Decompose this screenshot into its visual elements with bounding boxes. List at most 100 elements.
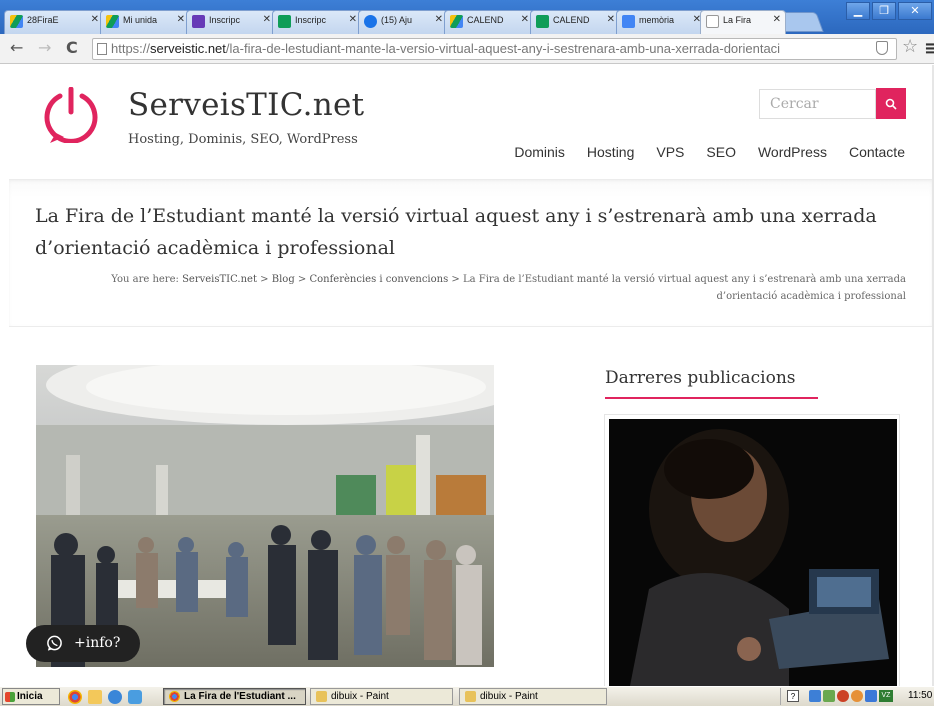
forward-arrow-icon[interactable]: → — [38, 39, 51, 57]
latest-post-thumbnail[interactable] — [609, 419, 897, 686]
close-icon[interactable]: ✕ — [91, 14, 99, 25]
nav-item-hosting[interactable]: Hosting — [587, 144, 634, 160]
forms-icon — [192, 15, 205, 28]
bookmark-star-icon[interactable]: ☆ — [902, 36, 918, 57]
site-tagline: Hosting, Dominis, SEO, WordPress — [128, 132, 358, 147]
close-icon[interactable]: ✕ — [607, 14, 615, 25]
browser-tab[interactable]: Mi unida ✕ — [100, 10, 190, 34]
featured-image[interactable] — [36, 365, 494, 667]
menu-icon[interactable]: ≡ — [924, 38, 934, 59]
maximize-icon[interactable]: ❐ — [872, 2, 896, 20]
network-icon[interactable] — [809, 690, 821, 702]
antivirus-icon[interactable] — [837, 690, 849, 702]
drive-icon — [106, 15, 119, 28]
sheets-plus-icon — [536, 15, 549, 28]
close-icon[interactable]: ✕ — [435, 14, 443, 25]
nav-item-wordpress[interactable]: WordPress — [758, 144, 827, 160]
breadcrumb-home[interactable]: ServeisTIC.net — [182, 274, 257, 285]
url-scheme: https:// — [111, 41, 151, 56]
url-path: /la-fira-de-lestudiant-mante-la-versio-v… — [225, 41, 781, 56]
tab-label: Inscripc — [295, 15, 327, 25]
close-icon[interactable]: ✕ — [177, 14, 185, 25]
site-logo[interactable] — [40, 87, 102, 143]
breadcrumb-separator: > — [297, 274, 307, 285]
taskbar-item-paint[interactable]: dibuix - Paint — [459, 688, 607, 705]
taskbar-item-label: dibuix - Paint — [480, 691, 538, 702]
search-input[interactable] — [759, 89, 876, 119]
page-icon — [97, 43, 107, 55]
breadcrumb-prefix: You are here: — [111, 274, 179, 285]
help-icon[interactable]: ? — [787, 690, 799, 702]
tab-label: memòria — [639, 15, 675, 25]
drive-icon — [450, 15, 463, 28]
breadcrumb-separator: > — [451, 274, 460, 285]
volume-icon[interactable] — [865, 690, 877, 702]
drive-icon — [10, 15, 23, 28]
breadcrumb-category[interactable]: Conferències i convencions — [309, 274, 448, 285]
browser-tab-active[interactable]: La Fira ✕ — [700, 10, 786, 34]
nav-item-vps[interactable]: VPS — [656, 144, 684, 160]
browser-tab[interactable]: 28FiraE ✕ — [4, 10, 104, 34]
browser-tab[interactable]: CALEND ✕ — [444, 10, 534, 34]
close-icon[interactable]: ✕ — [773, 14, 781, 25]
windows-flag-icon — [5, 692, 15, 702]
tab-label: CALEND — [553, 15, 590, 25]
browser-tab[interactable]: memòria ✕ — [616, 10, 706, 34]
desktop-icon[interactable] — [128, 690, 142, 704]
nav-item-dominis[interactable]: Dominis — [514, 144, 565, 160]
start-button[interactable]: Inicia — [2, 688, 60, 705]
close-icon[interactable]: ✕ — [263, 14, 271, 25]
circle-icon — [364, 15, 377, 28]
close-window-icon[interactable]: ✕ — [898, 2, 932, 20]
nav-item-seo[interactable]: SEO — [706, 144, 736, 160]
sidebar-heading: Darreres publicacions — [605, 368, 796, 388]
reload-icon[interactable]: C — [66, 39, 78, 57]
windows-taskbar: Inicia La Fira de l'Estudiant ... dibuix… — [0, 686, 934, 706]
main-navigation: Dominis Hosting VPS SEO WordPress Contac… — [514, 144, 905, 160]
post-title-bar: La Fira de l’Estudiant manté la versió v… — [9, 179, 932, 327]
heading-underline — [605, 397, 818, 399]
page-icon — [706, 15, 719, 28]
latest-post-card[interactable] — [604, 414, 900, 686]
sync-icon[interactable] — [851, 690, 863, 702]
close-icon[interactable]: ✕ — [521, 14, 529, 25]
internet-explorer-icon[interactable] — [108, 690, 122, 704]
chrome-icon — [169, 691, 180, 702]
docs-icon — [622, 15, 635, 28]
back-arrow-icon[interactable]: ← — [10, 39, 23, 57]
web-page: ServeisTIC.net Hosting, Dominis, SEO, Wo… — [0, 65, 934, 686]
taskbar-item-label: dibuix - Paint — [331, 691, 389, 702]
tab-label: Inscripc — [209, 15, 241, 25]
tab-label: 28FiraE — [27, 15, 59, 25]
address-bar[interactable]: https://serveistic.net/la-fira-de-lestud… — [92, 38, 897, 60]
nav-item-contacte[interactable]: Contacte — [849, 144, 905, 160]
chrome-icon[interactable] — [68, 690, 82, 704]
site-title[interactable]: ServeisTIC.net — [128, 87, 364, 123]
musician-photo — [609, 419, 897, 686]
shield-icon[interactable] — [876, 41, 888, 55]
browser-tab[interactable]: Inscripc ✕ — [186, 10, 276, 34]
browser-tab[interactable]: Inscripc ✕ — [272, 10, 362, 34]
post-title: La Fira de l’Estudiant manté la versió v… — [35, 205, 877, 259]
tab-label: Mi unida — [123, 15, 158, 25]
minimize-icon[interactable]: ▁ — [846, 2, 870, 20]
whatsapp-info-button[interactable]: +info? — [26, 625, 140, 662]
taskbar-item-browser[interactable]: La Fira de l'Estudiant ... — [163, 688, 306, 705]
paint-icon — [316, 691, 327, 702]
update-icon[interactable] — [823, 690, 835, 702]
breadcrumb-blog[interactable]: Blog — [272, 274, 295, 285]
browser-tab[interactable]: CALEND ✕ — [530, 10, 620, 34]
whatsapp-label: +info? — [74, 635, 121, 651]
close-icon[interactable]: ✕ — [349, 14, 357, 25]
browser-tabstrip: 28FiraE ✕ Mi unida ✕ Inscripc ✕ Inscripc… — [0, 0, 934, 34]
folder-icon[interactable] — [88, 690, 102, 704]
taskbar-item-paint[interactable]: dibuix - Paint — [310, 688, 453, 705]
breadcrumb: You are here: ServeisTIC.net > Blog > Co… — [89, 271, 906, 305]
keyboard-layout-icon[interactable]: VZ — [879, 690, 893, 702]
browser-toolbar: ← → C https://serveistic.net/la-fira-de-… — [0, 34, 934, 64]
browser-tab[interactable]: (15) Aju ✕ — [358, 10, 448, 34]
tab-label: La Fira — [723, 15, 752, 25]
tab-label: (15) Aju — [381, 15, 413, 25]
search-button[interactable] — [876, 88, 906, 119]
sheets-plus-icon — [278, 15, 291, 28]
